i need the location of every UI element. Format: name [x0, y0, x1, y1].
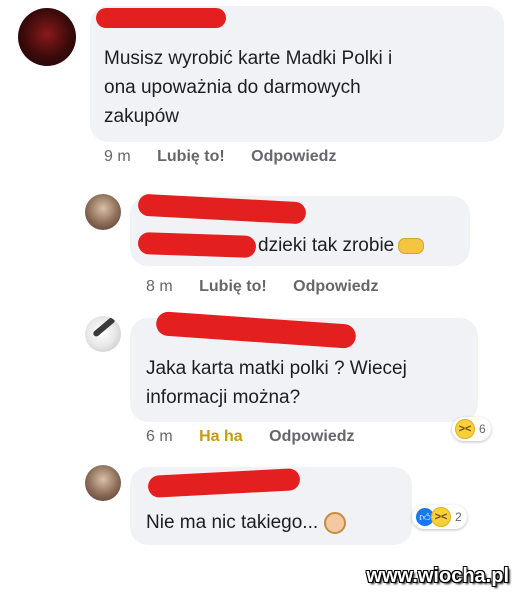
- woman-emoji-icon: [324, 511, 347, 534]
- laugh-reaction-icon: ><: [431, 507, 451, 527]
- reaction-summary[interactable]: >< 6: [452, 417, 491, 441]
- comment-text: Nie ma nic takiego...: [146, 508, 347, 537]
- handshake-emoji-icon: [398, 237, 425, 254]
- timestamp: 9 m: [104, 148, 131, 165]
- redacted-mention: [137, 231, 257, 259]
- comment-text-line: informacji można?: [146, 387, 301, 408]
- redacted-author-name: [96, 8, 226, 28]
- comment-text-line: Jaka karta matki polki ? Wiecej: [146, 358, 407, 379]
- timestamp: 8 m: [146, 278, 173, 295]
- reaction-count: 6: [479, 422, 486, 436]
- comment-text-line: Nie ma nic takiego...: [146, 512, 319, 533]
- avatar[interactable]: [18, 8, 76, 66]
- comment-actions: 6 m Ha ha Odpowiedz: [146, 428, 376, 446]
- comment-text-line: zakupów: [104, 106, 179, 127]
- like-button[interactable]: Lubię to!: [157, 148, 225, 165]
- comment-text: Jaka karta matki polki ? Wiecej informac…: [146, 354, 407, 412]
- reply-button[interactable]: Odpowiedz: [293, 278, 378, 295]
- comment-text: dzieki tak zrobie: [258, 231, 425, 260]
- watermark: www.wiocha.pl: [366, 565, 509, 587]
- avatar[interactable]: [85, 194, 121, 230]
- comment-text: Musisz wyrobić karte Madki Polki i ona u…: [104, 44, 392, 131]
- haha-reaction-button[interactable]: Ha ha: [199, 428, 243, 445]
- comment-actions: 9 m Lubię to! Odpowiedz: [104, 148, 358, 166]
- laugh-reaction-icon: ><: [455, 419, 475, 439]
- comment-actions: 8 m Lubię to! Odpowiedz: [146, 278, 400, 296]
- avatar[interactable]: [85, 316, 121, 352]
- like-button[interactable]: Lubię to!: [199, 278, 267, 295]
- reply-button[interactable]: Odpowiedz: [269, 428, 354, 445]
- reply-button[interactable]: Odpowiedz: [251, 148, 336, 165]
- comment-text-line: Musisz wyrobić karte Madki Polki i: [104, 48, 393, 69]
- reaction-summary[interactable]: 👍︎ >< 2: [412, 505, 467, 529]
- comment-text-line: ona upoważnia do darmowych: [104, 77, 361, 98]
- comment-text-line: dzieki tak zrobie: [258, 235, 395, 256]
- reaction-count: 2: [455, 510, 462, 524]
- timestamp: 6 m: [146, 428, 173, 445]
- avatar[interactable]: [85, 465, 121, 501]
